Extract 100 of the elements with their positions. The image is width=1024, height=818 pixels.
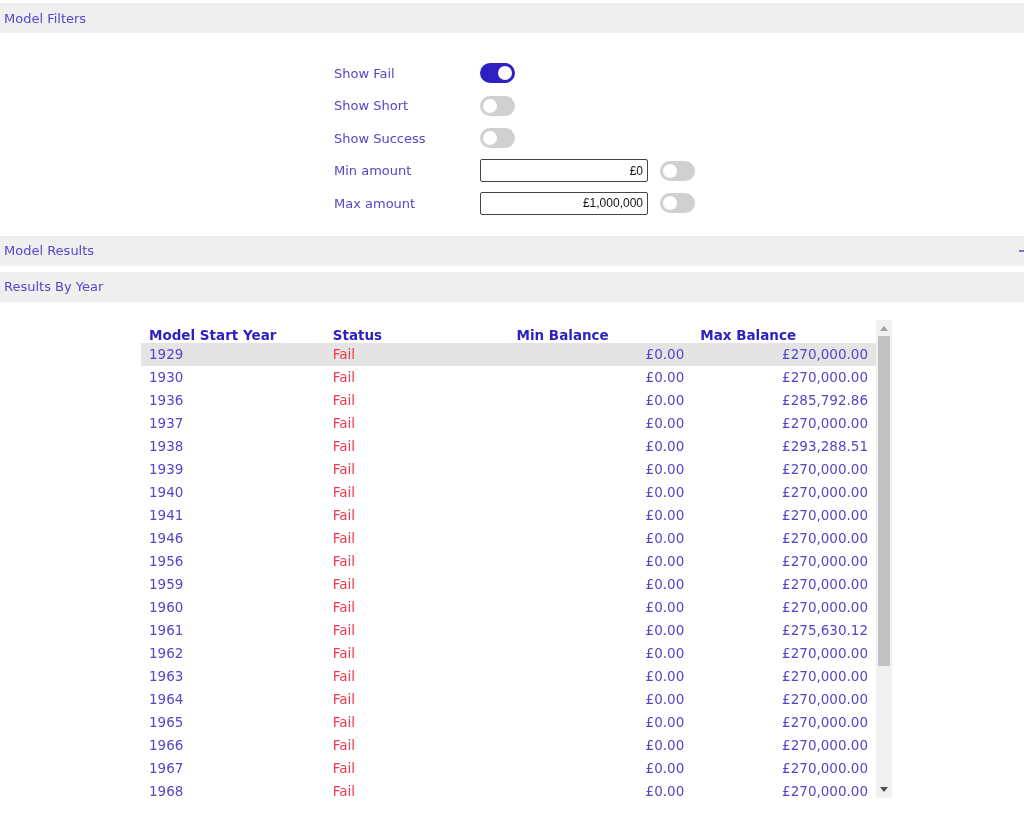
- filter-label: Show Fail: [334, 65, 396, 81]
- filter-label: Max amount: [334, 195, 417, 211]
- table-cell-text: £275,630.12: [781, 622, 869, 638]
- scroll-up-icon[interactable]: [880, 324, 888, 331]
- table-cell-text: 1967: [148, 760, 185, 776]
- table-cell-text: £0.00: [644, 553, 686, 569]
- table-cell-text: £0.00: [644, 530, 686, 546]
- table-cell-text: £0.00: [644, 576, 686, 592]
- filter-label: Show Success: [334, 130, 427, 146]
- table-cell-text: 1964: [148, 691, 185, 707]
- amount-field[interactable]: £0: [480, 159, 648, 183]
- amount-field[interactable]: £1,000,000: [480, 191, 648, 215]
- table-cell-text: Fail: [331, 484, 357, 500]
- table-cell-text: 1937: [148, 415, 185, 431]
- toggle-switch[interactable]: [480, 63, 515, 84]
- table-cell-text: £0.00: [644, 392, 686, 408]
- table-cell-text: £270,000.00: [781, 645, 869, 661]
- table-cell-text: £270,000.00: [781, 737, 869, 753]
- table-cell-text: 1965: [148, 714, 185, 730]
- table-cell-text: £0.00: [644, 714, 686, 730]
- table-cell-text: £270,000.00: [781, 530, 869, 546]
- scroll-down-icon[interactable]: [880, 786, 888, 793]
- table-cell-text: £270,000.00: [781, 599, 869, 615]
- table-cell-text: £270,000.00: [781, 691, 869, 707]
- toggle-switch[interactable]: [480, 128, 515, 149]
- section-header[interactable]: Results By Year: [0, 271, 1024, 302]
- table-cell-text: £0.00: [644, 461, 686, 477]
- table-cell-text: Fail: [331, 461, 357, 477]
- table-cell-text: £270,000.00: [781, 760, 869, 776]
- table-cell-text: £270,000.00: [781, 714, 869, 730]
- filter-label: Show Short: [334, 98, 410, 114]
- table-cell-text: £0.00: [644, 346, 686, 362]
- table-cell-text: £293,288.51: [781, 438, 869, 454]
- table-cell-text: £0.00: [644, 783, 686, 799]
- table-cell-text: Fail: [331, 507, 357, 523]
- table-cell-text: £270,000.00: [781, 415, 869, 431]
- table-row[interactable]: 1929 Fail £0.00 £270,000.00: [141, 342, 876, 366]
- scrollbar[interactable]: [876, 319, 892, 798]
- table-cell-text: Fail: [331, 783, 357, 799]
- table-cell-text: £270,000.00: [781, 346, 869, 362]
- table-cell-text: £0.00: [644, 438, 686, 454]
- table-cell-text: Fail: [331, 346, 357, 362]
- table-cell-text: 1930: [148, 369, 185, 385]
- table-cell-text: £270,000.00: [781, 507, 869, 523]
- table-cell-text: 1959: [148, 576, 185, 592]
- column-header: Max Balance: [699, 326, 798, 343]
- table-cell-text: 1941: [148, 507, 185, 523]
- table-cell-text: £270,000.00: [781, 369, 869, 385]
- table-cell-text: £0.00: [644, 691, 686, 707]
- table-cell-text: £0.00: [644, 507, 686, 523]
- table-cell-text: £0.00: [644, 484, 686, 500]
- table-cell-text: £0.00: [644, 369, 686, 385]
- table-cell-text: £0.00: [644, 622, 686, 638]
- table-cell-text: 1960: [148, 599, 185, 615]
- table-cell-text: Fail: [331, 668, 357, 684]
- table-cell-text: 1961: [148, 622, 185, 638]
- table-cell-text: Fail: [331, 530, 357, 546]
- table-cell-text: £285,792.86: [781, 392, 869, 408]
- table-cell-text: £270,000.00: [781, 461, 869, 477]
- toggle-switch[interactable]: [480, 95, 515, 116]
- expand-icon[interactable]: [1019, 249, 1024, 252]
- table-cell-text: 1929: [148, 346, 185, 362]
- table-cell-text: £0.00: [644, 599, 686, 615]
- table-cell-text: 1936: [148, 392, 185, 408]
- section-header[interactable]: Model Filters: [0, 3, 1024, 33]
- table-cell-text: £270,000.00: [781, 783, 869, 799]
- table-cell-text: £270,000.00: [781, 484, 869, 500]
- table-cell-text: Fail: [331, 553, 357, 569]
- table-cell-text: 1946: [148, 530, 185, 546]
- table-cell-text: £0.00: [644, 645, 686, 661]
- table-cell-text: 1939: [148, 461, 185, 477]
- column-header: Status: [331, 326, 384, 343]
- table-cell-text: Fail: [331, 599, 357, 615]
- table-cell-text: Fail: [331, 737, 357, 753]
- table-cell-text: £270,000.00: [781, 668, 869, 684]
- table-cell-text: 1962: [148, 645, 185, 661]
- toggle-switch[interactable]: [660, 193, 695, 214]
- section-header[interactable]: Model Results: [0, 235, 1024, 266]
- table-cell-text: 1968: [148, 783, 185, 799]
- table-cell-text: Fail: [331, 645, 357, 661]
- filter-label: Min amount: [334, 163, 413, 179]
- table-cell-text: 1940: [148, 484, 185, 500]
- column-header: Min Balance: [515, 326, 610, 343]
- table-cell-text: £270,000.00: [781, 553, 869, 569]
- table-cell-text: 1966: [148, 737, 185, 753]
- table-cell-text: £0.00: [644, 760, 686, 776]
- table-cell-text: Fail: [331, 415, 357, 431]
- table-cell-text: £0.00: [644, 737, 686, 753]
- table-cell-text: Fail: [331, 714, 357, 730]
- table-cell-text: Fail: [331, 691, 357, 707]
- table-cell-text: Fail: [331, 438, 357, 454]
- table-cell-text: Fail: [331, 622, 357, 638]
- table-cell-text: 1956: [148, 553, 185, 569]
- table-cell-text: £0.00: [644, 668, 686, 684]
- toggle-switch[interactable]: [660, 160, 695, 181]
- table-cell-text: £270,000.00: [781, 576, 869, 592]
- column-header: Model Start Year: [148, 326, 278, 343]
- table-cell-text: 1938: [148, 438, 185, 454]
- table-cell-text: Fail: [331, 369, 357, 385]
- table-cell-text: Fail: [331, 760, 357, 776]
